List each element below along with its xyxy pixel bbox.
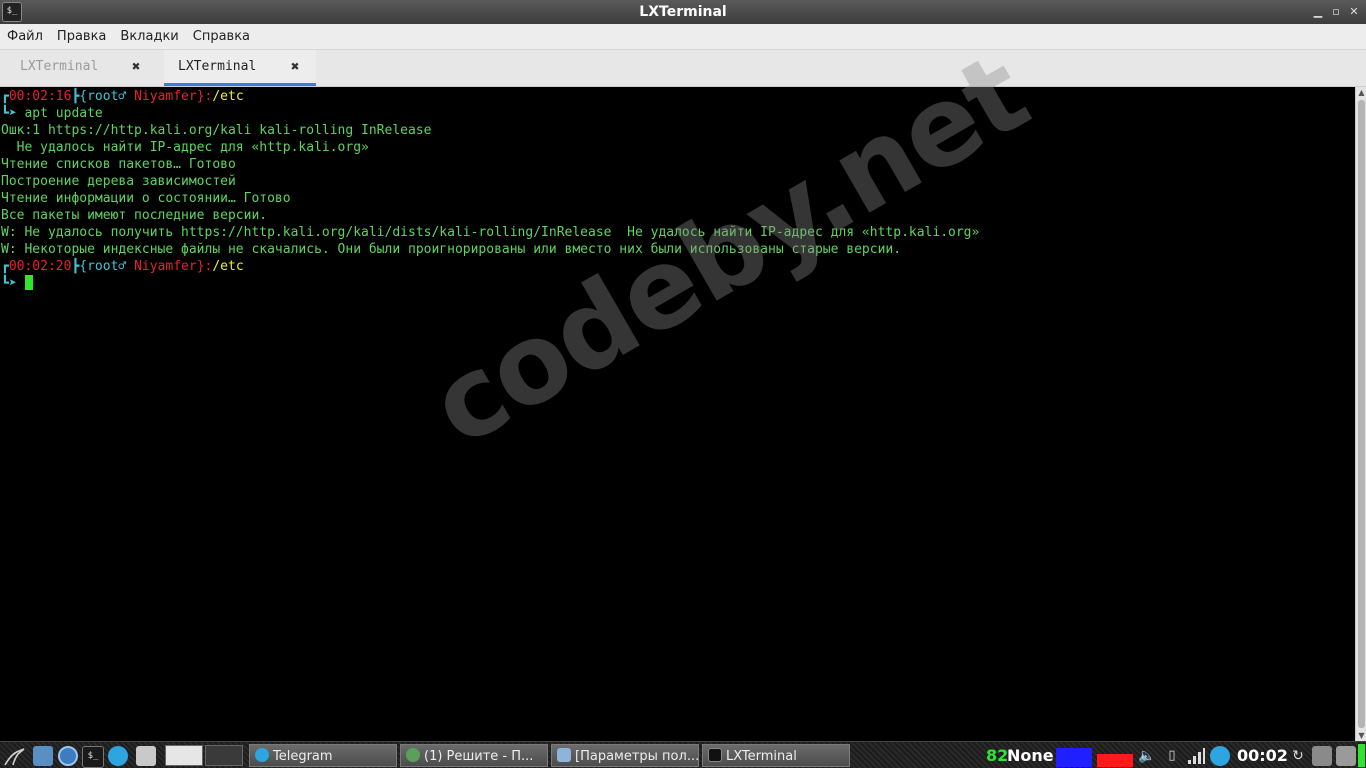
- output-line: W: Некоторые индексные файлы не скачалис…: [1, 242, 902, 257]
- prompt-close: }:: [196, 89, 213, 104]
- prompt-line: ┏00:02:16┣{root♂ Niyamfer}:/etc: [1, 88, 244, 105]
- settings-icon: [557, 748, 571, 762]
- signal-icon[interactable]: [1186, 746, 1206, 766]
- menu-bar: Файл Правка Вкладки Справка: [0, 24, 1366, 50]
- file-manager-icon[interactable]: [33, 746, 53, 766]
- terminal-icon: [708, 748, 722, 762]
- kali-menu-icon[interactable]: [4, 746, 25, 766]
- text-cursor: [25, 275, 33, 290]
- prompt-bracket: ┏: [1, 259, 9, 274]
- prompt-bracket: ┏: [1, 89, 9, 104]
- prompt-time: 00:02:20: [8, 259, 72, 274]
- workspace-2[interactable]: [205, 745, 243, 766]
- scrollbar-thumb[interactable]: [1358, 100, 1365, 728]
- scroll-up-icon[interactable]: ▲: [1356, 87, 1366, 98]
- vertical-scrollbar[interactable]: ▲ ▼: [1355, 87, 1366, 741]
- task-telegram[interactable]: Telegram: [249, 744, 397, 767]
- telegram-icon: [255, 748, 269, 762]
- tab-lxterminal-2[interactable]: LXTerminal ✖: [164, 50, 316, 86]
- prompt-user: {root: [79, 89, 119, 104]
- tab-label: LXTerminal: [20, 59, 99, 74]
- prompt-arrow: ┗➤: [1, 276, 17, 291]
- refresh-icon[interactable]: ↻: [1288, 746, 1308, 766]
- task-label: LXTerminal: [726, 749, 797, 764]
- output-line: W: Не удалось получить https://http.kali…: [1, 225, 980, 240]
- prompt-user: {root: [79, 259, 119, 274]
- network-label: None: [1007, 746, 1054, 765]
- prompt-host: Niyamfer: [134, 259, 197, 274]
- tab-close-icon[interactable]: ✖: [291, 50, 299, 84]
- menu-file[interactable]: Файл: [0, 24, 50, 49]
- maximize-icon[interactable]: ▫: [1328, 4, 1344, 20]
- menu-help[interactable]: Справка: [186, 24, 257, 49]
- prompt-close: }:: [196, 259, 213, 274]
- menu-edit[interactable]: Правка: [50, 24, 113, 49]
- output-line: Чтение списков пакетов… Готово: [1, 157, 236, 172]
- menu-tabs[interactable]: Вкладки: [113, 24, 185, 49]
- prompt-symbol: ♂: [118, 259, 127, 274]
- task-lxterminal[interactable]: LXTerminal: [702, 744, 850, 767]
- terminal-output[interactable]: ┏00:02:16┣{root♂ Niyamfer}:/etc ┗➤ apt u…: [0, 87, 1355, 741]
- command-text: apt update: [16, 106, 103, 121]
- output-line: Построение дерева зависимостей: [1, 174, 236, 189]
- prompt-arrow: ┗➤: [1, 106, 17, 121]
- prompt-time: 00:02:16: [8, 89, 72, 104]
- prompt-path: /etc: [212, 259, 244, 274]
- workspace-1[interactable]: [165, 745, 203, 766]
- updates-icon[interactable]: [1336, 746, 1356, 766]
- task-label: Telegram: [273, 749, 333, 764]
- output-line: Ошк:1 https://http.kali.org/kali kali-ro…: [1, 123, 432, 138]
- command-line: ┗➤ apt update: [1, 105, 103, 122]
- cpu-graph: [1056, 748, 1092, 767]
- task-browser[interactable]: (1) Решите - П...: [400, 744, 548, 767]
- windows-icon[interactable]: [136, 746, 156, 766]
- tab-lxterminal-1[interactable]: LXTerminal ✖: [0, 50, 164, 86]
- output-line: Все пакеты имеют последние версии.: [1, 208, 268, 223]
- terminal-launcher-icon[interactable]: $_: [82, 746, 104, 768]
- clock[interactable]: 00:02: [1237, 742, 1288, 768]
- taskbar: $_ Telegram (1) Решите - П... [Параметры…: [0, 741, 1366, 768]
- cpu-value: 82: [986, 746, 1009, 765]
- clipboard-icon[interactable]: ▯: [1162, 746, 1182, 766]
- task-label: [Параметры пол...: [575, 749, 699, 764]
- memory-graph: [1097, 754, 1133, 767]
- network-tray-icon[interactable]: [1312, 746, 1332, 766]
- volume-icon[interactable]: 🔈: [1137, 746, 1157, 766]
- close-icon[interactable]: ✕: [1346, 4, 1362, 20]
- browser-icon[interactable]: [58, 746, 78, 766]
- task-label: (1) Решите - П...: [424, 749, 534, 764]
- battery-indicator: [1358, 744, 1365, 767]
- prompt-symbol: ♂: [118, 89, 127, 104]
- title-bar: $_ LXTerminal ▁ ▫ ✕: [0, 0, 1366, 24]
- prompt-path: /etc: [212, 89, 244, 104]
- tab-label: LXTerminal: [178, 59, 257, 74]
- prompt-line: ┏00:02:20┣{root♂ Niyamfer}:/etc: [1, 258, 244, 275]
- tab-close-icon[interactable]: ✖: [132, 50, 140, 84]
- telegram-launcher-icon[interactable]: [108, 746, 128, 766]
- prompt-host: Niyamfer: [134, 89, 197, 104]
- command-line: ┗➤: [1, 275, 17, 292]
- telegram-tray-icon[interactable]: [1210, 746, 1230, 766]
- window-title: LXTerminal: [639, 4, 727, 20]
- scroll-down-icon[interactable]: ▼: [1356, 730, 1366, 741]
- output-line: Чтение информации о состоянии… Готово: [1, 191, 291, 206]
- output-line: Не удалось найти IP-адрес для «http.kali…: [1, 140, 369, 155]
- task-settings[interactable]: [Параметры пол...: [551, 744, 699, 767]
- browser-icon: [406, 748, 420, 762]
- minimize-icon[interactable]: ▁: [1310, 4, 1326, 20]
- tab-bar: LXTerminal ✖ LXTerminal ✖: [0, 50, 1366, 87]
